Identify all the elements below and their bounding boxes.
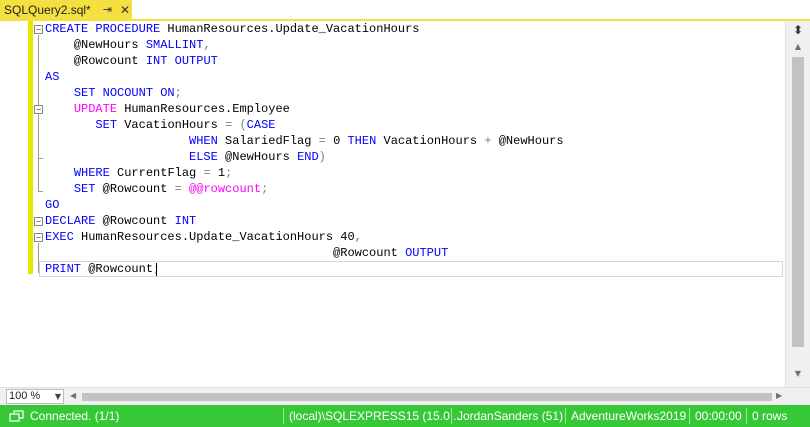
status-separator	[689, 408, 690, 424]
user-name: JordanSanders (51)	[457, 409, 564, 423]
status-separator	[746, 408, 747, 424]
zoom-select[interactable]: 100 % ▼	[6, 389, 64, 404]
vertical-scrollbar[interactable]: ⬍ ▲ ▼	[785, 21, 810, 387]
tab-sqlquery2[interactable]: SQLQuery2.sql* ⇥ ✕	[0, 0, 132, 19]
horizontal-scroll-thumb[interactable]	[82, 393, 772, 401]
scroll-up-icon[interactable]: ▲	[791, 42, 805, 52]
collapse-icon[interactable]: −	[34, 25, 43, 34]
zoom-value: 100 %	[9, 390, 41, 402]
status-separator	[565, 408, 566, 424]
query-editor[interactable]: − − − − CREATE PROCEDURE HumanResources.…	[0, 21, 785, 387]
scroll-right-icon[interactable]: ▶	[776, 391, 782, 400]
code-line: @Rowcount OUTPUT	[45, 246, 449, 260]
pin-icon[interactable]: ⇥	[103, 3, 112, 16]
code-line: EXEC HumanResources.Update_VacationHours…	[45, 230, 362, 244]
server-name: (local)\SQLEXPRESS15 (15.0 ...	[289, 409, 464, 423]
status-separator	[283, 408, 284, 424]
tab-strip: SQLQuery2.sql* ⇥ ✕	[0, 0, 810, 19]
code-line: SET @Rowcount = @@rowcount;	[73, 182, 269, 196]
collapse-icon[interactable]: −	[34, 233, 43, 242]
code-line: ELSE @NewHours END)	[189, 150, 326, 164]
database-name: AdventureWorks2019	[571, 409, 687, 423]
outline-line	[38, 115, 39, 191]
code-line: DECLARE @Rowcount INT	[45, 214, 197, 228]
code-line: @Rowcount INT OUTPUT	[45, 54, 218, 68]
row-count: 0 rows	[752, 409, 788, 423]
collapse-icon[interactable]: −	[34, 105, 43, 114]
scroll-left-icon[interactable]: ◀	[70, 391, 76, 400]
chevron-down-icon: ▼	[54, 392, 61, 401]
code-line: GO	[45, 198, 60, 212]
elapsed-time: 00:00:00	[695, 409, 742, 423]
code-line: WHERE CurrentFlag = 1;	[73, 166, 233, 180]
code-line: SET VacationHours = (CASE	[95, 118, 276, 132]
change-indicator	[28, 21, 33, 274]
code-line: PRINT @Rowcount;	[45, 262, 160, 276]
code-line: SET NOCOUNT ON;	[73, 86, 182, 100]
code-line: @NewHours SMALLINT,	[45, 38, 211, 52]
outline-tick	[38, 191, 43, 192]
connected-icon	[9, 410, 24, 422]
vertical-scroll-thumb[interactable]	[792, 57, 804, 347]
connection-status: Connected. (1/1)	[30, 409, 120, 423]
code-line: AS	[45, 70, 60, 84]
status-separator	[451, 408, 452, 424]
code-line: CREATE PROCEDURE HumanResources.Update_V…	[45, 22, 420, 36]
split-icon[interactable]: ⬍	[790, 23, 806, 37]
text-caret	[156, 263, 157, 276]
status-bar: Connected. (1/1) (local)\SQLEXPRESS15 (1…	[0, 405, 810, 427]
close-icon[interactable]: ✕	[120, 3, 130, 17]
collapse-icon[interactable]: −	[34, 217, 43, 226]
code-line: UPDATE HumanResources.Employee	[73, 102, 290, 116]
tab-title: SQLQuery2.sql*	[4, 2, 91, 17]
scroll-down-icon[interactable]: ▼	[791, 369, 805, 379]
code-line: WHEN SalariedFlag = 0 THEN VacationHours…	[189, 134, 564, 148]
editor-bottom-bar: 100 % ▼ ◀ ▶	[0, 387, 810, 405]
